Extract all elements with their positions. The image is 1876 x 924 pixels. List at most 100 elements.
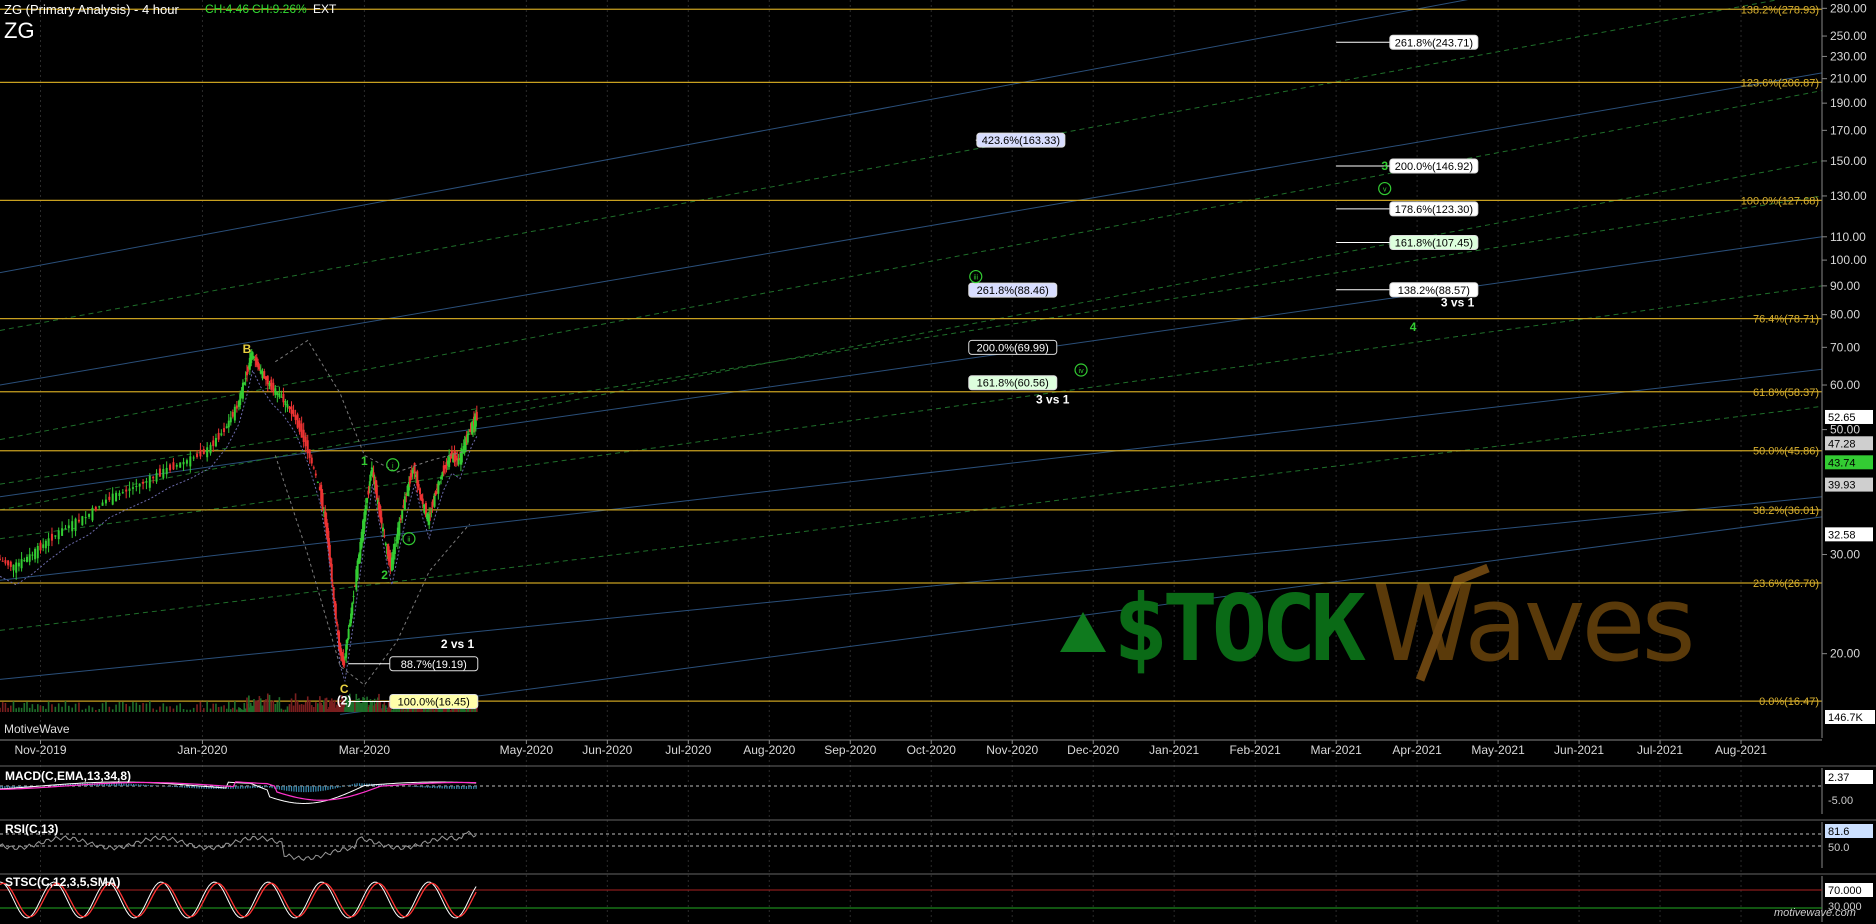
x-tick-label: Apr-2021 bbox=[1392, 743, 1442, 757]
volume-bar bbox=[169, 706, 171, 712]
volume-bar bbox=[298, 704, 301, 712]
macd-histogram-bar bbox=[276, 786, 278, 790]
macd-histogram-bar bbox=[436, 786, 438, 789]
candle-body bbox=[36, 545, 39, 559]
candle-body bbox=[437, 481, 440, 494]
y-tick-label: 50.00 bbox=[1830, 423, 1860, 437]
macd-histogram-bar bbox=[145, 784, 147, 786]
x-tick-label: Sep-2020 bbox=[824, 743, 876, 757]
volume-bar bbox=[98, 709, 100, 712]
chart-canvas[interactable]: $TOCK Waves 138.2%(278.93) 123.6%(206.87)… bbox=[0, 0, 1876, 924]
macd-histogram-bar bbox=[186, 786, 188, 788]
candle-body bbox=[434, 491, 437, 496]
price-tag-label: 47.28 bbox=[1828, 438, 1856, 450]
macd-histogram-bar bbox=[120, 783, 123, 786]
macd-histogram-bar bbox=[475, 786, 477, 789]
candle-body bbox=[401, 510, 404, 519]
candle-body bbox=[351, 602, 354, 616]
macd-histogram-bar bbox=[1, 786, 4, 789]
macd-histogram-bar bbox=[142, 784, 144, 786]
candle-body bbox=[231, 412, 234, 417]
macd-histogram-bar bbox=[286, 786, 288, 791]
volume-bar bbox=[165, 706, 168, 712]
volume-bar bbox=[78, 702, 80, 712]
candle-body bbox=[368, 481, 371, 487]
volume-bar bbox=[182, 709, 185, 712]
candle-body bbox=[206, 447, 209, 458]
volume-bar bbox=[215, 703, 217, 712]
macd-histogram-bar bbox=[322, 786, 324, 791]
y-tick-label: 70.00 bbox=[1830, 340, 1860, 354]
macd-histogram-bar bbox=[468, 786, 470, 789]
volume-bar bbox=[39, 705, 42, 712]
volume-bar bbox=[278, 697, 281, 712]
volume-bar bbox=[274, 703, 277, 712]
candle-body bbox=[9, 561, 12, 567]
volume-bar bbox=[9, 705, 12, 712]
volume-bar bbox=[81, 709, 84, 712]
macd-histogram-bar bbox=[179, 786, 181, 788]
volume-bar bbox=[294, 693, 297, 712]
candle-body bbox=[257, 361, 260, 368]
macd-histogram-bar bbox=[247, 786, 249, 789]
macd-histogram-bar bbox=[470, 786, 472, 789]
candle-body bbox=[223, 428, 226, 433]
candle-body bbox=[77, 519, 80, 522]
macd-histogram-bar bbox=[130, 783, 132, 786]
projection-label: 200.0%(69.99) bbox=[977, 342, 1049, 354]
candle-body bbox=[290, 406, 293, 414]
candle-body bbox=[416, 471, 419, 486]
candle-body bbox=[20, 559, 23, 569]
macd-histogram-bar bbox=[171, 786, 174, 787]
candle-body bbox=[12, 564, 15, 571]
volume-bar bbox=[125, 703, 127, 712]
macd-histogram-bar bbox=[239, 786, 242, 789]
projection-label: 261.8%(243.71) bbox=[1395, 37, 1473, 49]
candle-body bbox=[288, 406, 291, 410]
macd-histogram-bar bbox=[184, 786, 186, 788]
x-tick-label: Jun-2020 bbox=[582, 743, 632, 757]
macd-histogram-bar bbox=[443, 786, 446, 789]
macd-histogram-bar bbox=[261, 786, 263, 788]
candle-body bbox=[383, 535, 386, 537]
candle-body bbox=[94, 506, 97, 511]
volume-bar bbox=[229, 709, 232, 712]
macd-histogram-bar bbox=[269, 786, 271, 788]
macd-histogram-bar bbox=[128, 783, 130, 786]
volume-bar bbox=[61, 706, 63, 712]
volume-bar bbox=[227, 701, 230, 712]
candle-body bbox=[258, 366, 261, 370]
candle-body bbox=[28, 554, 31, 562]
volume-bar bbox=[20, 707, 23, 712]
candle-body bbox=[172, 462, 175, 470]
macd-histogram-bar bbox=[174, 786, 176, 788]
candle-body bbox=[261, 371, 264, 379]
macd-histogram-bar bbox=[329, 786, 331, 790]
candle-body bbox=[23, 560, 26, 562]
candle-body bbox=[467, 433, 470, 435]
candle-body bbox=[34, 548, 37, 560]
x-tick-label: Jul-2020 bbox=[665, 743, 711, 757]
candle-body bbox=[272, 382, 275, 392]
y-tick-label: 110.00 bbox=[1830, 230, 1866, 244]
candle-body bbox=[286, 404, 289, 408]
candle-body bbox=[145, 481, 148, 483]
volume-bar bbox=[266, 693, 269, 712]
volume-bar bbox=[36, 704, 39, 712]
y-tick-label: 190.00 bbox=[1830, 96, 1867, 110]
volume-bar bbox=[71, 707, 74, 712]
candle-body bbox=[263, 371, 266, 379]
candle-body bbox=[115, 492, 118, 502]
candle-body bbox=[345, 644, 348, 658]
candle-body bbox=[366, 497, 369, 503]
volume-bar bbox=[268, 694, 271, 712]
candle-body bbox=[268, 383, 271, 387]
x-tick-label: Feb-2021 bbox=[1229, 743, 1281, 757]
macd-histogram-bar bbox=[414, 786, 417, 787]
x-tick-label: Jan-2020 bbox=[177, 743, 227, 757]
volume-bar bbox=[47, 701, 50, 712]
macd-histogram-bar bbox=[463, 786, 465, 789]
volume-bar bbox=[122, 701, 124, 712]
macd-histogram-bar bbox=[290, 786, 293, 792]
volume-bar bbox=[192, 707, 195, 712]
